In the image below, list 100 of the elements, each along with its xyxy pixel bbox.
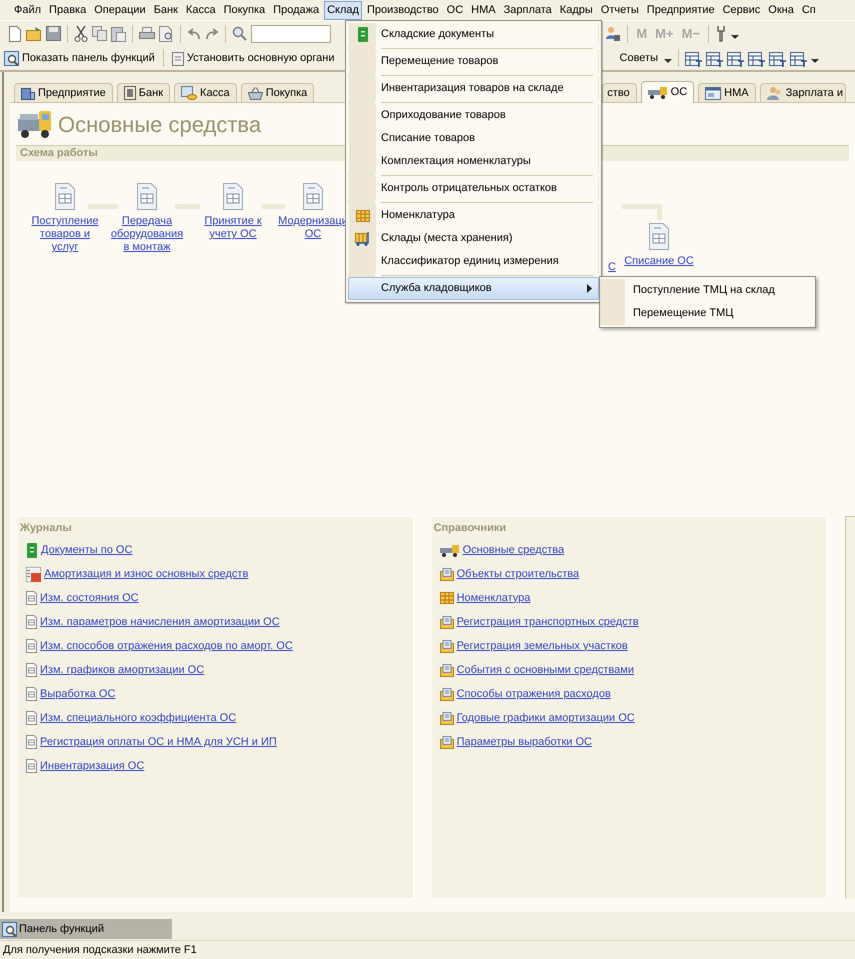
- paste-icon[interactable]: [111, 26, 126, 42]
- panel-link[interactable]: Изм. состояния ОС: [40, 590, 139, 606]
- menu-option[interactable]: Списание товаров: [348, 127, 599, 150]
- table-icon[interactable]: [769, 50, 786, 66]
- table-icon[interactable]: [685, 50, 702, 66]
- tab[interactable]: ОС: [640, 81, 694, 103]
- search-icon[interactable]: [232, 26, 247, 41]
- folder-icon: [440, 616, 454, 628]
- scheme-link[interactable]: Передача оборудования в монтаж: [110, 215, 184, 254]
- panel-link[interactable]: Параметры выработки ОС: [456, 734, 592, 750]
- menu-option[interactable]: Служба кладовщиков: [348, 277, 599, 300]
- tab[interactable]: Банк: [116, 83, 170, 102]
- printer-icon[interactable]: [139, 26, 155, 40]
- function-panel-tab[interactable]: Панель функций: [0, 919, 172, 939]
- document-icon: [26, 687, 37, 701]
- panel-link[interactable]: Документы по ОС: [41, 542, 132, 558]
- scheme-link[interactable]: Принятие к учету ОС: [204, 215, 262, 241]
- truck-icon: [18, 109, 52, 139]
- table-icon[interactable]: [727, 50, 744, 66]
- tab[interactable]: Зарплата и: [760, 83, 846, 102]
- panel-link[interactable]: Амортизация и износ основных средств: [44, 566, 248, 582]
- panel-link[interactable]: Объекты строительства: [456, 566, 580, 582]
- truck-icon: [440, 544, 460, 556]
- table-icon[interactable]: [748, 50, 765, 66]
- menu-item[interactable]: Окна: [765, 0, 797, 20]
- copy-icon[interactable]: [92, 26, 107, 41]
- save-icon[interactable]: [46, 26, 61, 41]
- building-icon: [21, 86, 35, 100]
- menu-item[interactable]: Предприятие: [644, 0, 718, 20]
- document-icon: [26, 639, 37, 653]
- panel-link[interactable]: Годовые графики амортизации ОС: [456, 710, 635, 726]
- menu-item[interactable]: Операции: [91, 0, 149, 20]
- menu-item[interactable]: Отчеты: [598, 0, 642, 20]
- tab[interactable]: Предприятие: [14, 83, 113, 102]
- panel-link[interactable]: Изм. способов отражения расходов по аморт. ОС: [40, 638, 293, 654]
- menu-option[interactable]: Классификатор единиц измерения: [348, 250, 599, 273]
- redo-icon[interactable]: [205, 28, 219, 40]
- menu-item[interactable]: Производство: [364, 0, 442, 20]
- menu-item[interactable]: Продажа: [270, 0, 322, 20]
- toolbar-button[interactable]: Советы: [618, 47, 660, 69]
- menu-item[interactable]: Склад: [324, 0, 362, 20]
- panel-link[interactable]: Регистрация оплаты ОС и НМА для УСН и ИП: [40, 734, 277, 750]
- search-field[interactable]: [251, 24, 331, 42]
- panel-link[interactable]: Регистрация транспортных средств: [456, 614, 639, 630]
- panel-link[interactable]: Изм. параметров начисления амортизации ОС: [40, 614, 280, 630]
- menu-option[interactable]: Номенклатура: [348, 204, 599, 227]
- tab[interactable]: Покупка: [240, 83, 314, 102]
- menu-item[interactable]: Сервис: [720, 0, 764, 20]
- menu-item[interactable]: Банк: [150, 0, 181, 20]
- menu-option[interactable]: Перемещение товаров: [348, 50, 599, 73]
- window-icon: [705, 86, 722, 100]
- panel-link[interactable]: Основные средства: [462, 542, 564, 558]
- book-icon: [26, 542, 38, 558]
- menu-item[interactable]: Касса: [182, 0, 219, 20]
- panel-link[interactable]: Инвентаризация ОС: [40, 758, 144, 774]
- grid-icon: [440, 592, 454, 604]
- menu-option[interactable]: Комплектация номенклатуры: [348, 150, 599, 173]
- menu-item[interactable]: Зарплата: [500, 0, 555, 20]
- clipboard-icon: [172, 50, 184, 66]
- tab[interactable]: ство: [602, 83, 637, 102]
- menu-item[interactable]: Сп: [798, 0, 819, 20]
- table-icon[interactable]: [706, 50, 723, 66]
- function-panel-icon: [4, 50, 19, 66]
- tab[interactable]: Касса: [174, 83, 237, 102]
- panel-link[interactable]: Изм. специального коэффициента ОС: [40, 710, 236, 726]
- scissors-icon[interactable]: [74, 26, 88, 42]
- menu-option[interactable]: Контроль отрицательных остатков: [348, 177, 599, 200]
- toolbar-button[interactable]: Установить основную органи: [170, 47, 336, 69]
- people-icon: [766, 86, 783, 100]
- menu-option[interactable]: Склады (места хранения): [348, 227, 599, 250]
- panel-link[interactable]: Выработка ОС: [40, 686, 116, 702]
- menu-option[interactable]: Инвентаризация товаров на складе: [348, 77, 599, 100]
- menu-item[interactable]: НМА: [468, 0, 499, 20]
- table-icon[interactable]: [790, 50, 807, 66]
- scheme-link[interactable]: Поступление товаров и услуг: [31, 215, 98, 254]
- folder-icon: [440, 664, 454, 676]
- menu-item[interactable]: ОС: [444, 0, 466, 20]
- scheme-link[interactable]: Модернизаци ОС: [278, 215, 348, 241]
- menu-item[interactable]: Кадры: [556, 0, 596, 20]
- document-icon: [26, 759, 37, 773]
- toolbar-button[interactable]: Показать панель функций: [2, 47, 157, 69]
- menu-item[interactable]: Покупка: [220, 0, 268, 20]
- menu-option[interactable]: Складские документы: [348, 23, 599, 46]
- grid-icon: [356, 210, 370, 222]
- open-folder-icon[interactable]: [26, 26, 42, 40]
- user-lock-icon[interactable]: [605, 26, 622, 42]
- menu-item[interactable]: Правка: [46, 0, 90, 20]
- undo-icon[interactable]: [187, 28, 201, 40]
- menu-item[interactable]: Файл: [11, 0, 44, 20]
- print-preview-icon[interactable]: [159, 26, 174, 42]
- panel-link[interactable]: События с основными средствами: [456, 662, 634, 678]
- scheme-link[interactable]: Списание ОС: [624, 255, 694, 268]
- menu-option[interactable]: Оприходование товаров: [348, 104, 599, 127]
- tab[interactable]: НМА: [698, 83, 756, 102]
- new-document-icon[interactable]: [8, 26, 22, 42]
- panel-link[interactable]: Изм. графиков амортизации ОС: [40, 662, 204, 678]
- panel-link[interactable]: Способы отражения расходов: [456, 686, 611, 702]
- panel-link[interactable]: Номенклатура: [456, 590, 530, 606]
- scheme-link[interactable]: С: [608, 261, 616, 274]
- panel-link[interactable]: Регистрация земельных участков: [456, 638, 628, 654]
